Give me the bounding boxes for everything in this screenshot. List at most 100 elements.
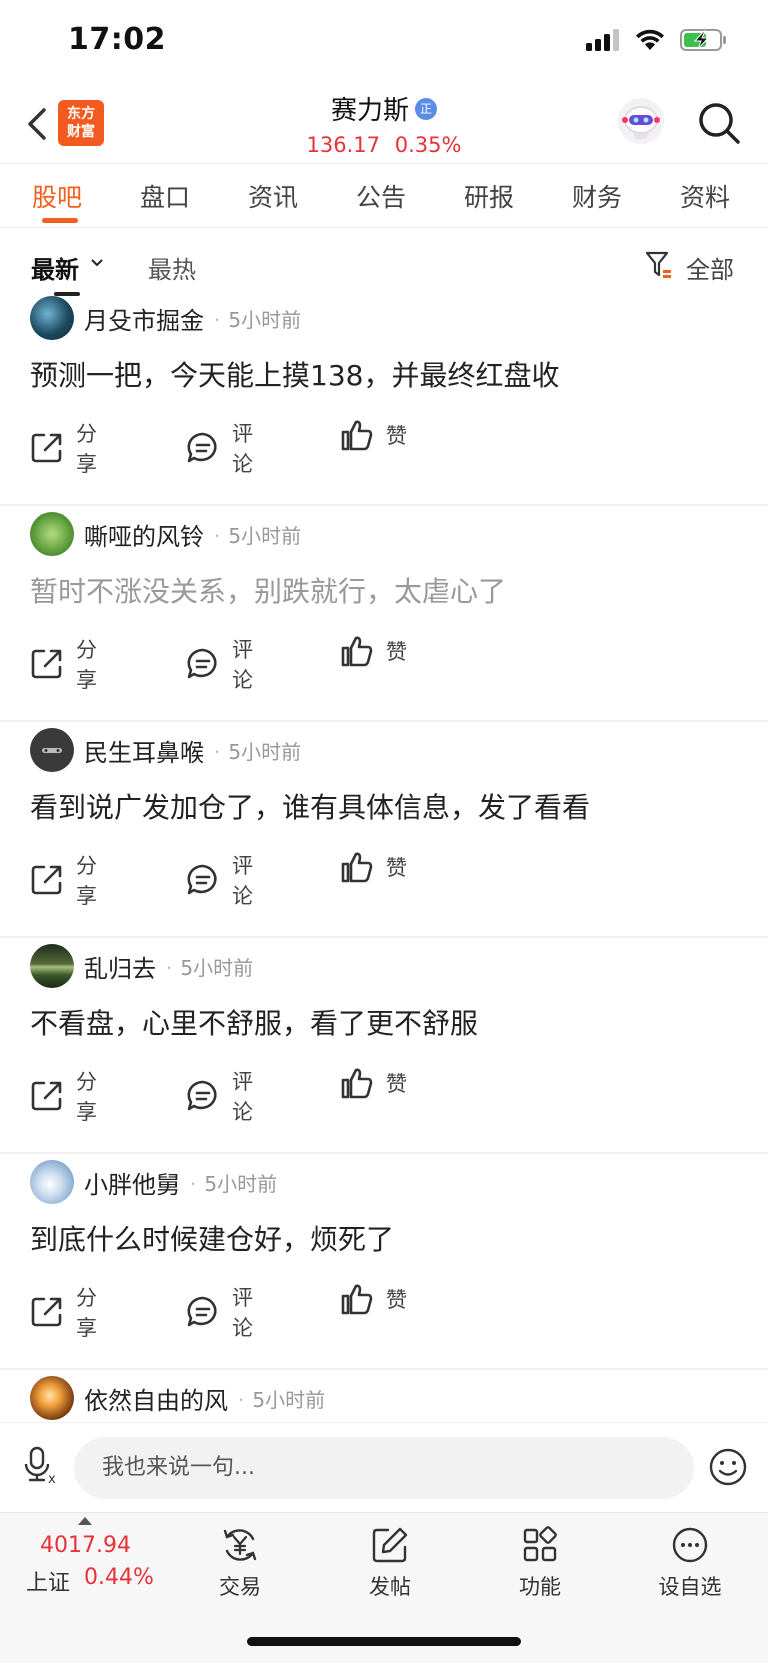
share-button[interactable]: 分享: [30, 1282, 97, 1342]
avatar[interactable]: [30, 944, 74, 988]
sort-latest-button[interactable]: 最新: [31, 250, 79, 285]
index-change[interactable]: 0.44%: [84, 1565, 154, 1590]
post-header: 依然自由的风 5小时前: [30, 1376, 325, 1420]
post-item[interactable]: 民生耳鼻喉 5小时前 看到说广发加仓了，谁有具体信息，发了看看 分享 评论 赞: [0, 722, 768, 938]
post-text[interactable]: 预测一把，今天能上摸138，并最终红盘收: [30, 354, 559, 394]
nav-post-label: 发帖: [369, 1575, 411, 1599]
avatar[interactable]: [30, 296, 74, 340]
sort-hot-button[interactable]: 最热: [148, 250, 196, 285]
username[interactable]: 依然自由的风: [84, 1381, 228, 1416]
nav-add-watchlist-label: 设自选: [658, 1575, 722, 1599]
post-item[interactable]: 嘶哑的风铃 5小时前 暂时不涨没关系，别跌就行，太虐心了 分享 评论 赞: [0, 506, 768, 722]
post-feed[interactable]: 月殳市掘金 5小时前 预测一把，今天能上摸138，并最终红盘收 分享 评论 赞 …: [0, 290, 768, 1422]
share-button[interactable]: 分享: [30, 1066, 97, 1126]
post-time: 5小时前: [214, 304, 301, 333]
share-label: 分享: [76, 854, 97, 908]
share-icon: [31, 865, 62, 895]
comment-icon: [187, 864, 217, 895]
comment-button[interactable]: 评论: [186, 1282, 253, 1342]
active-tab-indicator: [42, 218, 78, 223]
chevron-down-icon[interactable]: [90, 258, 104, 268]
wifi-icon: [636, 29, 664, 50]
avatar[interactable]: [30, 1376, 74, 1420]
post-text[interactable]: 暂时不涨没关系，别跌就行，太虐心了: [30, 570, 506, 610]
comment-label: 评论: [232, 1286, 253, 1340]
nav-trade[interactable]: 交易: [190, 1525, 290, 1601]
nav-post[interactable]: 发帖: [340, 1525, 440, 1601]
nav-functions[interactable]: 功能: [490, 1525, 590, 1601]
emoji-icon[interactable]: [708, 1447, 748, 1487]
like-button[interactable]: 赞: [340, 418, 407, 452]
post-header: 月殳市掘金 5小时前: [30, 296, 301, 340]
like-label: 赞: [386, 856, 407, 880]
avatar[interactable]: [30, 1160, 74, 1204]
username[interactable]: 嘶哑的风铃: [84, 517, 204, 552]
edit-icon: [372, 1527, 408, 1563]
tab-news[interactable]: 资讯: [248, 178, 298, 214]
thumbs-up-icon: [341, 636, 373, 667]
like-button[interactable]: 赞: [340, 850, 407, 884]
stock-name: 赛力斯: [330, 96, 409, 126]
stock-name-row: 赛力斯 正: [331, 90, 437, 127]
like-button[interactable]: 赞: [340, 1282, 407, 1316]
avatar[interactable]: [30, 512, 74, 556]
post-time: 5小时前: [214, 520, 301, 549]
search-icon[interactable]: [696, 100, 742, 146]
post-item[interactable]: 小胖他舅 5小时前 到底什么时候建仓好，烦死了 分享 评论 赞: [0, 1154, 768, 1370]
comment-button[interactable]: 评论: [186, 850, 253, 910]
comment-icon: [187, 648, 217, 679]
stock-price: 136.17: [306, 133, 381, 157]
tab-profile[interactable]: 资料: [680, 178, 730, 214]
tab-finance[interactable]: 财务: [572, 178, 622, 214]
share-icon: [31, 649, 62, 679]
share-icon: [31, 1297, 62, 1327]
avatar[interactable]: [30, 728, 74, 772]
status-bar: 17:02: [0, 0, 768, 84]
comment-button[interactable]: 评论: [186, 418, 253, 478]
tab-guba[interactable]: 股吧: [32, 178, 82, 214]
status-time: 17:02: [68, 22, 166, 57]
status-icons: [586, 28, 728, 52]
robot-assistant-icon[interactable]: [618, 98, 664, 144]
tab-research[interactable]: 研报: [464, 178, 514, 214]
comment-button[interactable]: 评论: [186, 1066, 253, 1126]
index-value[interactable]: 4017.94: [40, 1533, 131, 1558]
comment-input[interactable]: 我也来说一句...: [74, 1437, 694, 1499]
tab-pankou[interactable]: 盘口: [140, 178, 190, 214]
post-item[interactable]: 月殳市掘金 5小时前 预测一把，今天能上摸138，并最终红盘收 分享 评论 赞: [0, 290, 768, 506]
like-button[interactable]: 赞: [340, 1066, 407, 1100]
share-label: 分享: [76, 1286, 97, 1340]
like-label: 赞: [386, 640, 407, 664]
post-item[interactable]: 依然自由的风 5小时前: [0, 1370, 768, 1422]
index-name[interactable]: 上证: [26, 1565, 70, 1597]
post-item[interactable]: 乱归去 5小时前 不看盘，心里不舒服，看了更不舒服 分享 评论 赞: [0, 938, 768, 1154]
thumbs-up-icon: [341, 1068, 373, 1099]
voice-input-icon[interactable]: x: [22, 1445, 62, 1485]
filter-all-button[interactable]: 全部: [686, 250, 734, 285]
comment-icon: [187, 432, 217, 463]
share-button[interactable]: 分享: [30, 634, 97, 694]
yen-cycle-icon: [223, 1529, 257, 1561]
thumbs-up-icon: [341, 852, 373, 883]
filter-icon[interactable]: [644, 250, 672, 280]
username[interactable]: 月殳市掘金: [84, 301, 204, 336]
nav-add-watchlist[interactable]: 设自选: [640, 1525, 740, 1601]
username[interactable]: 民生耳鼻喉: [84, 733, 204, 768]
post-text[interactable]: 看到说广发加仓了，谁有具体信息，发了看看: [30, 786, 590, 826]
post-text[interactable]: 不看盘，心里不舒服，看了更不舒服: [30, 1002, 478, 1042]
stock-tabs: 股吧 盘口 资讯 公告 研报 财务 资料: [0, 170, 768, 228]
comment-icon: [187, 1080, 217, 1111]
username[interactable]: 乱归去: [84, 949, 156, 984]
like-button[interactable]: 赞: [340, 634, 407, 668]
post-text[interactable]: 到底什么时候建仓好，烦死了: [30, 1218, 394, 1258]
username[interactable]: 小胖他舅: [84, 1165, 180, 1200]
more-icon: [672, 1527, 708, 1563]
share-button[interactable]: 分享: [30, 850, 97, 910]
share-icon: [31, 433, 62, 463]
post-time: 5小时前: [214, 736, 301, 765]
like-label: 赞: [386, 1288, 407, 1312]
tab-announcements[interactable]: 公告: [356, 178, 406, 214]
share-button[interactable]: 分享: [30, 418, 97, 478]
nav-trade-label: 交易: [219, 1575, 261, 1599]
comment-button[interactable]: 评论: [186, 634, 253, 694]
